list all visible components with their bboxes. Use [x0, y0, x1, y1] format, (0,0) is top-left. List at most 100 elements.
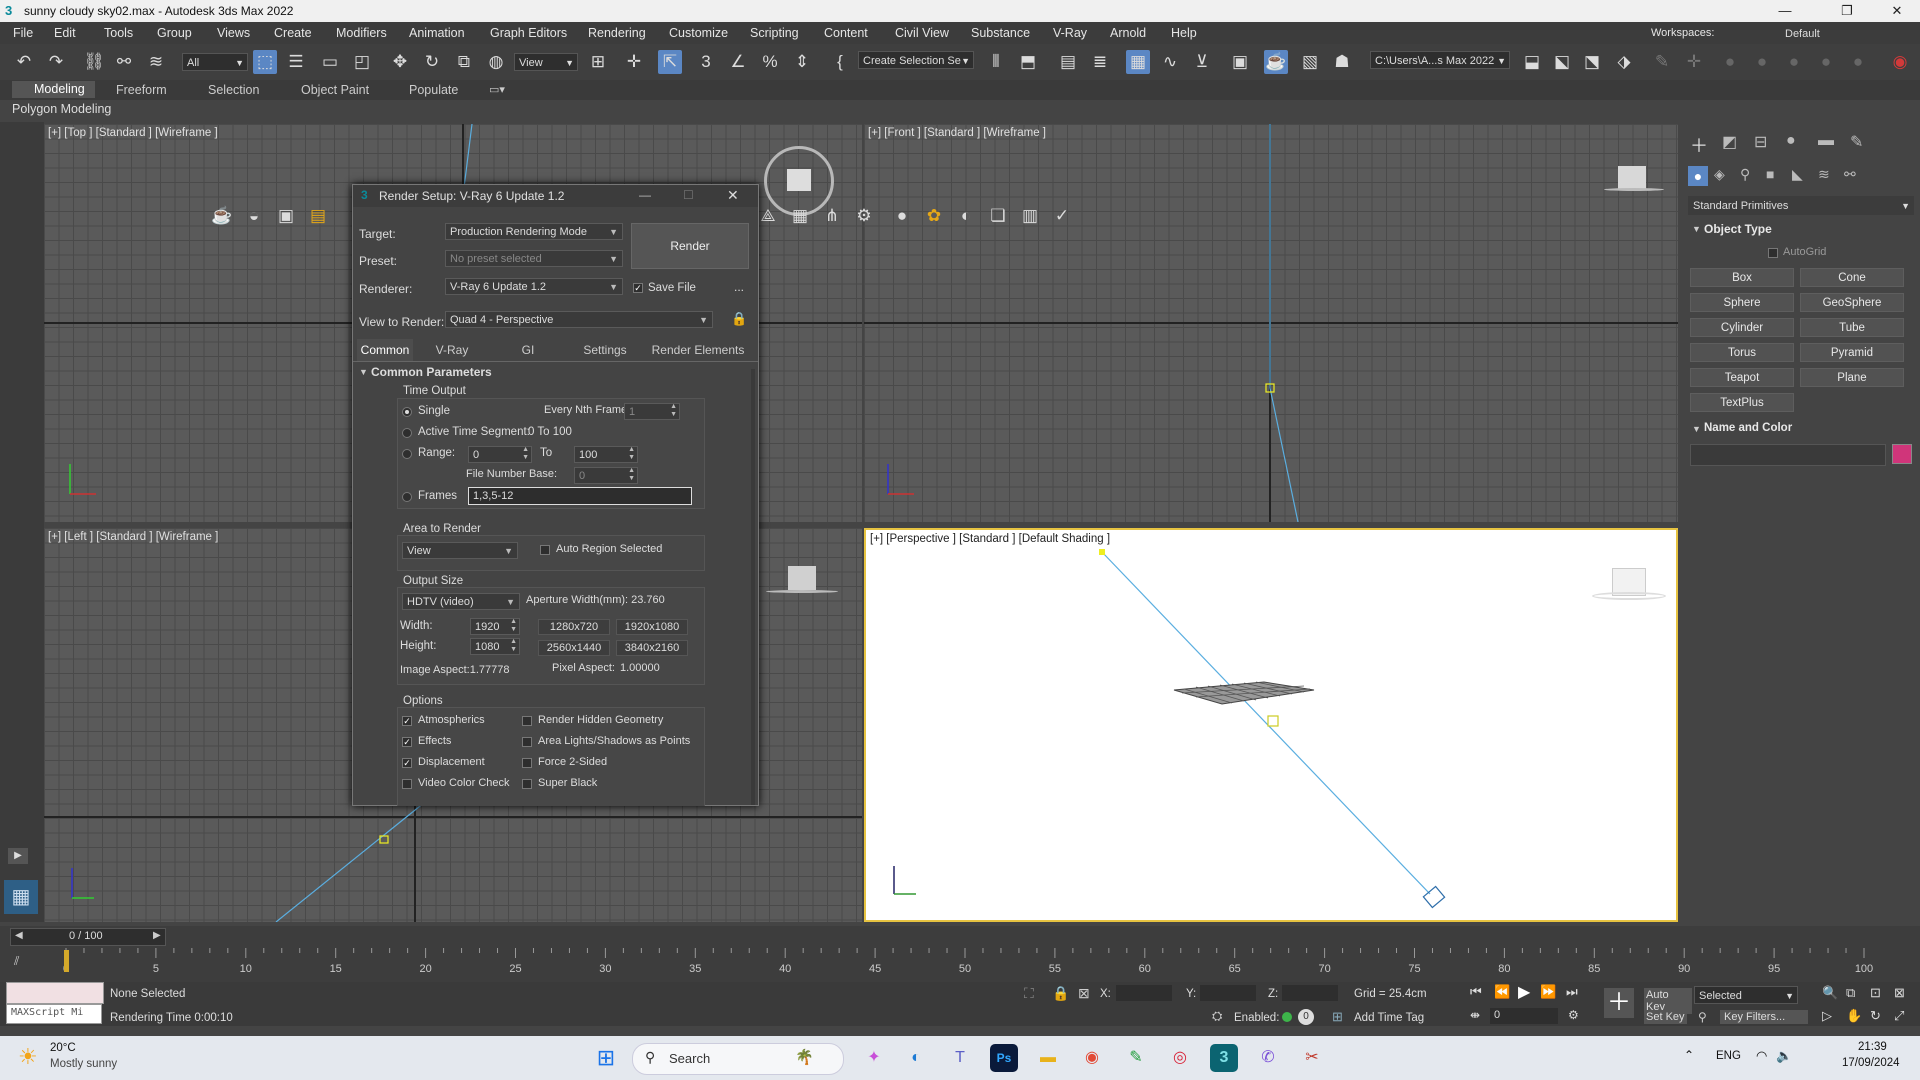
active-time-segment-radio[interactable] — [402, 428, 412, 438]
dialog-maximize-button[interactable]: ☐ — [683, 188, 694, 202]
vray-sun-icon[interactable]: ⟁ — [756, 204, 780, 228]
render-button[interactable]: Render — [631, 223, 749, 269]
ribbon-tab-freeform[interactable]: Freeform — [116, 83, 167, 97]
frames-input[interactable]: 1,3,5-12 — [468, 487, 692, 505]
time-slider-prev-icon[interactable]: ◀ — [15, 930, 23, 941]
vray-vfb-icon[interactable]: ▣ — [274, 204, 298, 228]
minimize-button[interactable]: — — [1762, 0, 1808, 22]
enabled-indicator-icon[interactable] — [1282, 1012, 1292, 1022]
perspective-viewcube-icon[interactable] — [1592, 568, 1666, 602]
vray-ipr-icon[interactable]: ◒ — [242, 204, 266, 228]
menu-edit[interactable]: Edit — [54, 26, 76, 40]
file-number-base-input[interactable]: 0 ▲ ▼ — [574, 467, 638, 484]
ribbon-toggle-icon[interactable]: ▦ — [1126, 50, 1150, 74]
orbit-icon[interactable]: ↻ — [1870, 1008, 1881, 1024]
object-name-input[interactable] — [1690, 444, 1886, 466]
project-folder-icon[interactable]: ⬓ — [1520, 50, 1544, 74]
link-icon[interactable]: ⛓ — [82, 50, 106, 74]
tab-gi[interactable]: GI — [493, 339, 563, 361]
previous-frame-icon[interactable]: ⏪ — [1494, 984, 1510, 1000]
set-key-big-icon[interactable]: ＋ — [1604, 988, 1634, 1018]
green-app-icon[interactable]: ✎ — [1122, 1044, 1150, 1072]
menu-content[interactable]: Content — [824, 26, 868, 40]
vray-logo-icon[interactable]: ✓ — [1050, 204, 1074, 228]
time-configuration-icon[interactable]: ⚙ — [1568, 1008, 1579, 1022]
tool-e-icon[interactable]: ● — [1782, 50, 1806, 74]
polygon-modeling-label[interactable]: Polygon Modeling — [12, 102, 111, 116]
unlink-icon[interactable]: ⚯ — [112, 50, 136, 74]
frames-radio[interactable] — [402, 492, 412, 502]
textplus-button[interactable]: TextPlus — [1690, 393, 1794, 412]
file-explorer-icon[interactable]: ▬ — [1034, 1044, 1062, 1072]
size-preset-button-1920x1080[interactable]: 1920x1080 — [616, 619, 688, 635]
render-production-icon[interactable]: ☗ — [1330, 50, 1354, 74]
vray-scene-icon[interactable]: ❏ — [986, 204, 1010, 228]
maximize-button[interactable]: ❐ — [1824, 0, 1870, 22]
pan-icon[interactable]: ✋ — [1846, 1008, 1862, 1024]
dialog-scrollbar[interactable] — [751, 369, 755, 805]
weather-temp[interactable]: 20°C — [50, 1042, 76, 1054]
ribbon-tab-selection[interactable]: Selection — [208, 83, 259, 97]
auto-region-checkbox[interactable] — [540, 545, 550, 555]
clock-date[interactable]: 17/09/2024 — [1842, 1057, 1900, 1069]
shapes-icon[interactable]: ◈ — [1714, 166, 1725, 183]
key-selection-select[interactable]: Selected ▼ — [1694, 986, 1798, 1004]
current-frame-marker[interactable] — [64, 950, 69, 972]
modify-tab-icon[interactable]: ◩ — [1722, 132, 1737, 152]
menu-vray[interactable]: V-Ray — [1053, 26, 1087, 40]
viewport-layout-icon[interactable]: ▦ — [4, 880, 38, 914]
viewport-front[interactable]: [+] [Front ] [Standard ] [Wireframe ] — [864, 124, 1678, 522]
teams-icon[interactable]: T — [946, 1044, 974, 1072]
zoom-extents-icon[interactable]: ⊡ — [1870, 985, 1881, 1001]
menu-views[interactable]: Views — [217, 26, 250, 40]
x-coord-input[interactable] — [1116, 985, 1172, 1001]
tool-a-icon[interactable]: ✎ — [1650, 50, 1674, 74]
autogrid-checkbox[interactable] — [1768, 248, 1778, 258]
menu-graph-editors[interactable]: Graph Editors — [490, 26, 567, 40]
percent-snap-icon[interactable]: % — [758, 50, 782, 74]
render-setup-icon[interactable]: ☕ — [1264, 50, 1288, 74]
helpers-icon[interactable]: ◣ — [1792, 166, 1803, 183]
curve-editor-icon[interactable]: ∿ — [1158, 50, 1182, 74]
rendered-frame-window-icon[interactable]: ▧ — [1298, 50, 1322, 74]
cone-button[interactable]: Cone — [1800, 268, 1904, 287]
ribbon-tab-populate[interactable]: Populate — [409, 83, 458, 97]
time-slider-next-icon[interactable]: ▶ — [153, 930, 161, 941]
zoom-icon[interactable]: 🔍 — [1822, 985, 1838, 1001]
zoom-extents-all-icon[interactable]: ⊠ — [1894, 985, 1905, 1001]
effects-checkbox[interactable]: ✓ — [402, 737, 412, 747]
motion-tab-icon[interactable]: ● — [1786, 132, 1796, 150]
spacewarps-icon[interactable]: ≋ — [1818, 166, 1830, 183]
rect-selection-icon[interactable]: ▭ — [318, 50, 342, 74]
tool-b-icon[interactable]: ✛ — [1682, 50, 1706, 74]
size-preset-button-2560x1440[interactable]: 2560x1440 — [538, 640, 610, 656]
rollout-collapse-icon[interactable]: ▼ — [359, 367, 368, 377]
pivot-center-icon[interactable]: ⊞ — [586, 50, 610, 74]
select-manipulate-icon[interactable]: ✛ — [622, 50, 646, 74]
absolute-mode-icon[interactable]: ⊠ — [1078, 985, 1090, 1002]
geometry-icon[interactable]: ● — [1688, 166, 1708, 186]
project-settings-icon[interactable]: ⬗ — [1612, 50, 1636, 74]
track-bar[interactable]: 0510152025303540455055606570758085909510… — [44, 948, 1920, 978]
tool-f-icon[interactable]: ● — [1814, 50, 1838, 74]
range-start-input[interactable]: 0 ▲ ▼ — [468, 446, 532, 463]
named-selection-set-select[interactable]: Create Selection Se ▼ — [858, 51, 974, 69]
ribbon-tab-object-paint[interactable]: Object Paint — [301, 83, 369, 97]
every-nth-frame-input[interactable]: 1 ▲ ▼ — [624, 403, 680, 420]
area-lights-checkbox[interactable] — [522, 737, 532, 747]
angle-snap-icon[interactable]: ∠ — [726, 50, 750, 74]
field-of-view-icon[interactable]: ▷ — [1822, 1008, 1832, 1024]
video-color-check-checkbox[interactable] — [402, 779, 412, 789]
preset-select[interactable]: No preset selected ▼ — [445, 250, 623, 267]
ribbon-tab-modeling[interactable]: Modeling — [12, 81, 95, 98]
tray-overflow-icon[interactable]: ⌃ — [1684, 1048, 1694, 1062]
align-icon[interactable]: ⬒ — [1016, 50, 1040, 74]
weather-desc[interactable]: Mostly sunny — [50, 1058, 117, 1070]
save-project-icon[interactable]: ⬔ — [1580, 50, 1604, 74]
play-icon[interactable]: ▶ — [1518, 982, 1530, 1002]
vray-cosmos-icon[interactable]: ▥ — [1018, 204, 1042, 228]
layer-explorer-icon[interactable]: ≣ — [1088, 50, 1112, 74]
adaptive-degradation-icon[interactable]: ⛭ — [1212, 1008, 1222, 1024]
plane-button[interactable]: Plane — [1800, 368, 1904, 387]
copilot-icon[interactable]: ✦ — [860, 1044, 888, 1072]
